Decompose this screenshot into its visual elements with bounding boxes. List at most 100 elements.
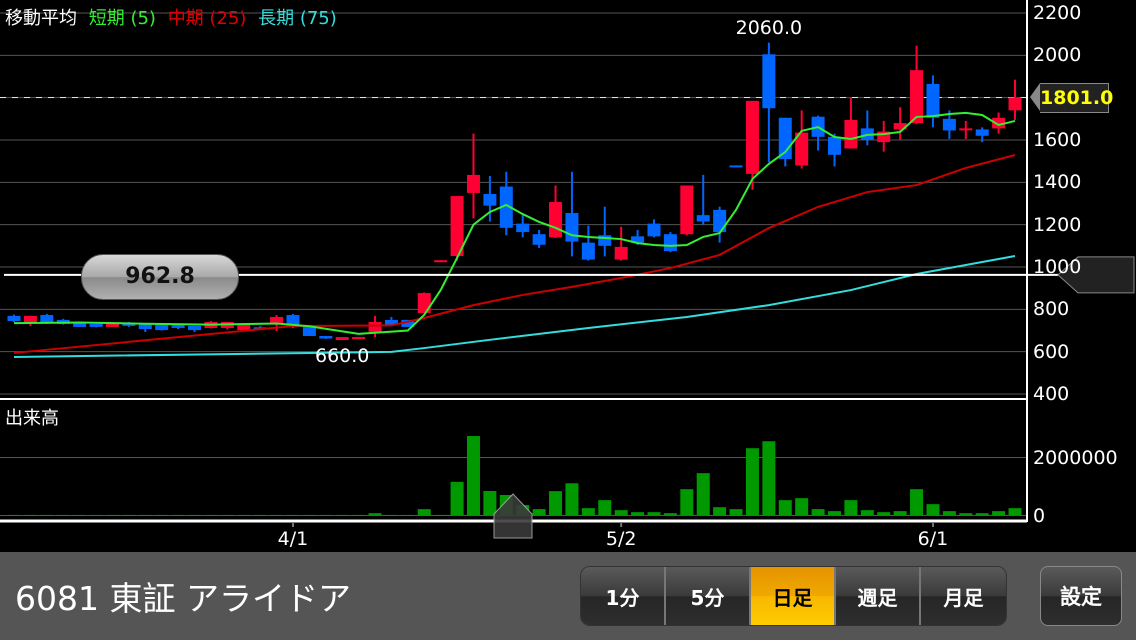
volume-bar [877, 512, 890, 515]
price-axis-label: 600 [1033, 342, 1069, 362]
period-monthly-button[interactable]: 月足 [921, 567, 1006, 625]
volume-bar [434, 515, 447, 516]
volume-bar [779, 500, 792, 515]
candle-down [730, 165, 743, 167]
crosshair-value-label[interactable]: 962.8 [81, 254, 239, 300]
candle-down [303, 327, 316, 336]
volume-bar [73, 515, 86, 516]
candle-down [40, 315, 53, 322]
volume-bar [90, 515, 103, 516]
volume-bar [615, 510, 628, 515]
volume-bar [254, 515, 267, 516]
volume-bar [959, 513, 972, 515]
volume-bar [910, 489, 923, 515]
volume-bar [122, 515, 135, 516]
volume-bar [336, 515, 349, 516]
candle-up [336, 337, 349, 340]
settings-button[interactable]: 設定 [1040, 566, 1122, 626]
price-axis-label: 1200 [1033, 215, 1081, 235]
current-price-value: 1801.0 [1040, 83, 1109, 113]
volume-bar [204, 515, 217, 516]
volume-bar [680, 489, 693, 515]
volume-bar [746, 448, 759, 515]
volume-bar [401, 515, 414, 516]
volume-bar [828, 511, 841, 515]
volume-bar [155, 515, 168, 516]
volume-axis-label: 0 [1033, 506, 1045, 526]
volume-bar [565, 483, 578, 515]
candle-down [926, 84, 939, 118]
footer-bar: 6081 東証 アライドア 1分 5分 日足 週足 月足 設定 [0, 552, 1136, 640]
date-label: 5/2 [606, 528, 637, 550]
volume-bar [976, 513, 989, 515]
candle-down [533, 234, 546, 245]
candle-up [1009, 97, 1022, 110]
volume-bar [270, 515, 283, 516]
volume-bar [664, 513, 677, 515]
volume-bar [582, 508, 595, 515]
price-axis-label: 2200 [1033, 3, 1081, 23]
volume-bar [303, 515, 316, 516]
volume-bar [762, 441, 775, 515]
volume-bar [8, 515, 21, 516]
candle-up [434, 260, 447, 262]
legend-title: 移動平均 [5, 8, 77, 29]
price-axis-label: 1600 [1033, 130, 1081, 150]
candle-up [270, 317, 283, 323]
candle-down [565, 213, 578, 242]
high-annotation: 2060.0 [736, 17, 802, 39]
volume-bar [795, 498, 808, 515]
candle-down [713, 210, 726, 232]
volume-bar [221, 515, 234, 516]
volume-axis-label: 2000000 [1033, 448, 1118, 468]
volume-title: 出来高 [5, 404, 59, 430]
candle-down [943, 119, 956, 131]
time-scrub-handle[interactable] [494, 494, 532, 538]
volume-bar [418, 509, 431, 515]
volume-bar [286, 515, 299, 516]
candle-down [697, 215, 710, 221]
volume-bar [549, 491, 562, 515]
price-axis-label: 400 [1033, 384, 1069, 404]
period-1min-button[interactable]: 1分 [581, 567, 666, 625]
volume-bar [1009, 508, 1022, 515]
volume-bar [172, 515, 185, 516]
date-label: 4/1 [278, 528, 309, 550]
volume-bar [598, 500, 611, 515]
legend-ma75: 長期 (75) [258, 8, 337, 29]
volume-bar [237, 515, 250, 516]
volume-bar [385, 515, 398, 516]
volume-bar [139, 515, 152, 516]
period-weekly-button[interactable]: 週足 [836, 567, 921, 625]
volume-bar [188, 515, 201, 516]
candle-up [959, 128, 972, 130]
candle-down [483, 194, 496, 206]
candle-down [976, 129, 989, 135]
price-axis-label: 800 [1033, 299, 1069, 319]
volume-bar [713, 507, 726, 515]
volume-bar [106, 515, 119, 516]
volume-bar [697, 473, 710, 515]
candle-down [647, 224, 660, 237]
volume-bar [533, 509, 546, 515]
period-5min-button[interactable]: 5分 [666, 567, 751, 625]
volume-bar [369, 513, 382, 515]
legend-ma5: 短期 (5) [89, 8, 156, 29]
candle-up [369, 322, 382, 332]
candle-up [24, 316, 37, 322]
candle-up [352, 337, 365, 339]
period-daily-button[interactable]: 日足 [751, 567, 836, 625]
volume-bar [57, 515, 70, 516]
volume-bar [319, 515, 332, 516]
candle-up [844, 120, 857, 149]
price-axis-label: 2000 [1033, 45, 1081, 65]
volume-bar [861, 510, 874, 515]
price-axis-label: 1400 [1033, 172, 1081, 192]
candle-down [516, 224, 529, 232]
candle-up [746, 101, 759, 174]
volume-bar [812, 509, 825, 515]
low-annotation: 660.0 [315, 345, 369, 367]
candle-up [910, 70, 923, 123]
volume-bar [926, 504, 939, 515]
candle-down [90, 324, 103, 327]
